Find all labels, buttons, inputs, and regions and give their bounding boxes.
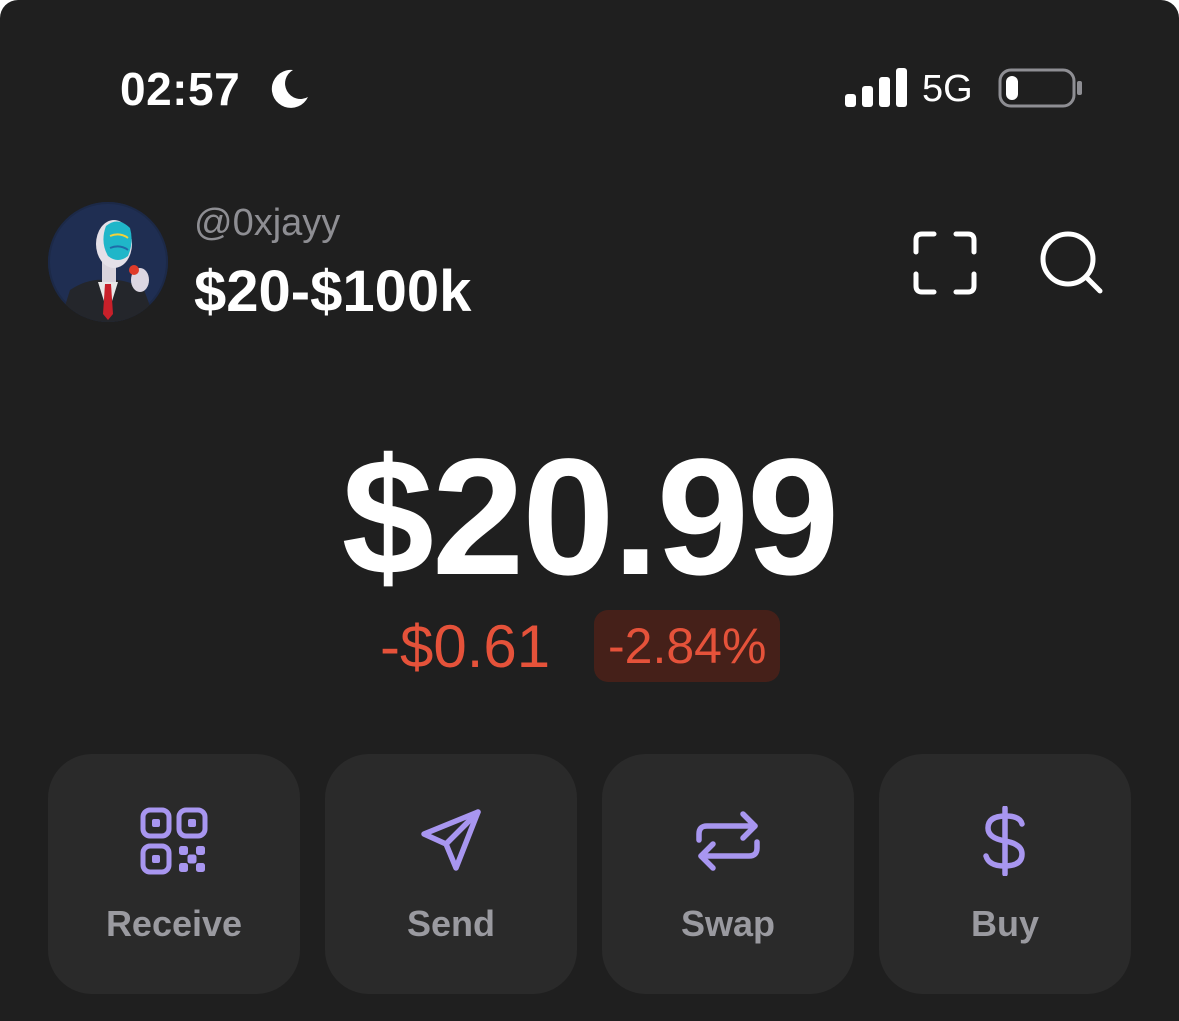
user-handle: @0xjayy <box>194 202 341 244</box>
wallet-screen: 02:57 5G @0xjayy $20-$100k $20.99 -$0.61… <box>0 0 1179 1021</box>
status-time: 02:57 <box>120 63 241 115</box>
wallet-name[interactable]: $20-$100k <box>194 258 471 326</box>
receive-button[interactable]: Receive <box>48 754 300 994</box>
dollar-icon <box>983 806 1025 876</box>
moon-icon <box>271 69 308 108</box>
qr-code-icon <box>140 807 208 875</box>
swap-icon <box>696 811 760 871</box>
signal-icon <box>845 68 907 107</box>
search-icon <box>1040 231 1103 294</box>
avatar-illustration <box>48 202 168 322</box>
scan-button[interactable] <box>904 222 986 304</box>
avatar[interactable] <box>48 202 168 322</box>
balance-change-amount: -$0.61 <box>380 613 551 680</box>
battery-icon <box>998 68 1082 108</box>
network-label: 5G <box>922 68 973 110</box>
send-icon <box>421 809 481 871</box>
buy-label: Buy <box>970 903 1039 944</box>
balance-change-percent-badge: -2.84% <box>594 610 781 682</box>
scan-icon <box>913 231 977 295</box>
send-button[interactable]: Send <box>325 754 577 994</box>
swap-button[interactable]: Swap <box>602 754 854 994</box>
receive-label: Receive <box>105 903 243 944</box>
send-label: Send <box>406 903 495 944</box>
search-button[interactable] <box>1032 222 1114 304</box>
balance-amount: $20.99 <box>341 425 840 610</box>
buy-button[interactable]: Buy <box>879 754 1131 994</box>
swap-label: Swap <box>680 903 776 944</box>
